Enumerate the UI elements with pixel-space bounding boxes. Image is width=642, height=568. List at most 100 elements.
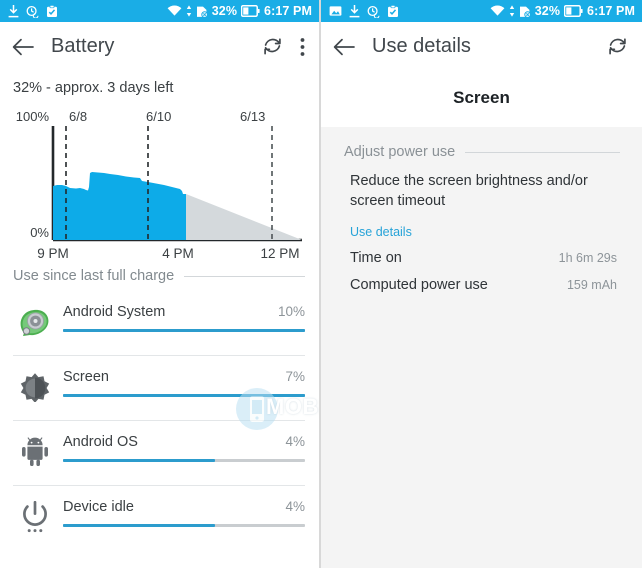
status-bar-left: 32% 6:17 PM	[0, 0, 319, 22]
section-divider	[184, 275, 305, 277]
refresh-icon	[609, 38, 626, 55]
x-tick-2: 12 PM	[260, 246, 299, 261]
list-item-percent: 10%	[277, 304, 305, 319]
battery-usage-list: Android System 10% Screen 7% Android OS …	[0, 290, 319, 550]
chart-actual-area	[53, 172, 186, 240]
section-label: Use since last full charge	[13, 268, 175, 284]
data-transfer-icon	[186, 5, 191, 17]
wifi-icon	[167, 5, 182, 16]
list-item-percent: 4%	[285, 499, 305, 514]
usage-progress-bar	[63, 459, 305, 462]
section-adjust-power-use: Adjust power use	[321, 127, 642, 160]
list-item-percent: 4%	[285, 434, 305, 449]
overflow-menu-button[interactable]	[300, 37, 305, 57]
list-item-body: Screen 7%	[57, 366, 305, 397]
section-use-since-last-charge: Use since last full charge	[0, 268, 319, 284]
list-item-percent: 7%	[285, 369, 305, 384]
back-arrow-icon[interactable]	[12, 38, 34, 56]
download-icon	[8, 4, 19, 17]
detail-page-heading: Screen	[321, 71, 642, 127]
stat-row-computed-power-use: Computed power use 159 mAh	[321, 266, 642, 293]
list-item-top: Device idle 4%	[63, 499, 305, 515]
y-tick-100: 100%	[16, 109, 50, 124]
list-item-device-idle[interactable]: Device idle 4%	[0, 485, 319, 550]
wifi-icon	[490, 5, 505, 16]
x-tick-0: 9 PM	[37, 246, 69, 261]
app-bar-left: Battery	[0, 22, 319, 71]
battery-percent-label: 32%	[534, 4, 561, 18]
status-bar-left-icons	[329, 4, 399, 18]
back-arrow-icon[interactable]	[333, 38, 355, 56]
stat-key: Time on	[350, 250, 402, 266]
left-phone-screen: 32% 6:17 PM Battery 32% - approx. 3 days…	[0, 0, 319, 568]
list-item-android-os[interactable]: Android OS 4%	[0, 420, 319, 485]
use-details-link[interactable]: Use details	[321, 211, 642, 239]
brightness-icon	[13, 366, 57, 408]
battery-history-chart: 100% 0% 6/8 6/10 6/13 9 PM 4 PM 12 PM	[0, 102, 319, 262]
battery-icon	[241, 5, 260, 17]
usage-progress-fill	[63, 394, 305, 397]
stat-value: 159 mAh	[566, 278, 617, 292]
status-bar-right-icons: 32% 6:17 PM	[490, 4, 635, 18]
app-bar-right: Use details	[321, 22, 642, 71]
power-icon	[13, 496, 57, 538]
clipboard-check-icon	[388, 4, 398, 17]
clipboard-check-icon	[47, 4, 57, 17]
adjust-power-use-panel: Adjust power use Reduce the screen brigh…	[321, 127, 642, 568]
dual-screenshot: 32% 6:17 PM Battery 32% - approx. 3 days…	[0, 0, 642, 568]
history-clock-icon	[26, 5, 39, 18]
list-item-screen[interactable]: Screen 7%	[0, 355, 319, 420]
refresh-icon	[264, 38, 281, 55]
date-marker-2: 6/13	[240, 109, 265, 124]
sim-card-error-icon	[519, 6, 531, 18]
usage-progress-bar	[63, 394, 305, 397]
stat-key: Computed power use	[350, 277, 488, 293]
usage-progress-fill	[63, 459, 216, 462]
usage-progress-fill	[63, 329, 305, 332]
battery-icon	[564, 5, 583, 17]
battery-chart-svg: 100% 0% 6/8 6/10 6/13 9 PM 4 PM 12 PM	[16, 109, 302, 261]
list-item-body: Device idle 4%	[57, 496, 305, 527]
usage-progress-bar	[63, 329, 305, 332]
power-advice-text: Reduce the screen brightness and/or scre…	[350, 173, 588, 209]
list-item-body: Android OS 4%	[57, 431, 305, 462]
list-item-label: Android OS	[63, 434, 138, 450]
chart-projection-area	[186, 194, 302, 240]
overflow-menu-icon	[300, 37, 305, 56]
section-divider	[465, 151, 620, 153]
list-item-label: Android System	[63, 304, 166, 320]
clock-label: 6:17 PM	[264, 4, 312, 18]
android-system-icon	[13, 301, 57, 343]
image-icon	[329, 6, 342, 16]
list-item-android-system[interactable]: Android System 10%	[0, 290, 319, 355]
stat-value: 1h 6m 29s	[558, 251, 617, 265]
data-transfer-icon	[509, 5, 514, 17]
status-bar-right: 32% 6:17 PM	[321, 0, 642, 22]
usage-progress-bar	[63, 524, 305, 527]
download-icon	[349, 4, 360, 17]
clock-label: 6:17 PM	[587, 4, 635, 18]
android-robot-icon	[13, 431, 57, 473]
refresh-button[interactable]	[607, 36, 628, 57]
status-bar-left-icons	[8, 4, 58, 18]
list-item-top: Screen 7%	[63, 369, 305, 385]
usage-progress-fill	[63, 524, 216, 527]
list-item-label: Device idle	[63, 499, 134, 515]
list-item-label: Screen	[63, 369, 109, 385]
section-label: Adjust power use	[344, 144, 456, 160]
right-phone-screen: 32% 6:17 PM Use details Screen Adjust po…	[321, 0, 642, 568]
y-tick-0: 0%	[30, 225, 49, 240]
page-title: Use details	[372, 35, 471, 57]
page-title: Battery	[51, 35, 115, 57]
stat-row-time-on: Time on 1h 6m 29s	[321, 239, 642, 266]
x-tick-1: 4 PM	[162, 246, 194, 261]
battery-percent-label: 32%	[211, 4, 238, 18]
list-item-top: Android OS 4%	[63, 434, 305, 450]
history-clock-icon	[367, 5, 380, 18]
status-bar-right-icons: 32% 6:17 PM	[167, 4, 312, 18]
list-item-top: Android System 10%	[63, 304, 305, 320]
list-item-body: Android System 10%	[57, 301, 305, 332]
refresh-button[interactable]	[262, 36, 283, 57]
date-marker-0: 6/8	[69, 109, 87, 124]
battery-summary-text: 32% - approx. 3 days left	[13, 80, 174, 96]
